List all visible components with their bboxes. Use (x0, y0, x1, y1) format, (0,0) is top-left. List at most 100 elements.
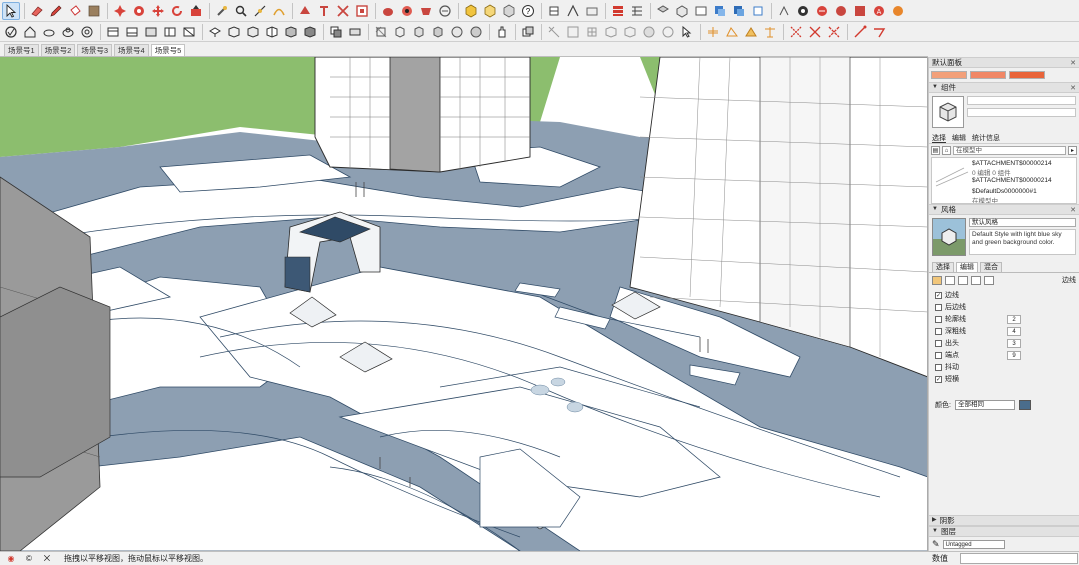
component-icon[interactable] (545, 2, 563, 20)
model-viewport[interactable] (0, 57, 928, 551)
style-description[interactable]: Default Style with light blue sky and gr… (969, 229, 1076, 255)
style-name-field[interactable]: 默认风格 (969, 218, 1076, 227)
pencil-icon[interactable]: ✎ (932, 539, 940, 550)
option-row[interactable]: 端点 9 (935, 349, 1073, 361)
select-circle-icon[interactable] (2, 23, 20, 41)
scene-tab[interactable]: 场景号2 (40, 44, 76, 56)
tool-a-icon[interactable] (775, 2, 793, 20)
credits-icon[interactable]: © (22, 554, 36, 564)
help-2-icon[interactable] (761, 23, 779, 41)
line-red-icon[interactable] (851, 23, 869, 41)
close-icon[interactable]: ✕ (1070, 205, 1076, 216)
curve-icon[interactable] (602, 23, 620, 41)
walk-icon[interactable] (654, 2, 672, 20)
entity-name-field[interactable] (967, 96, 1076, 105)
tags-panel-header[interactable]: ▼ 图层 (929, 526, 1079, 537)
flip-icon[interactable] (564, 2, 582, 20)
move-cross-icon[interactable] (704, 23, 722, 41)
extrude-red-icon[interactable] (851, 2, 869, 20)
x-red-3-icon[interactable] (825, 23, 843, 41)
axes-icon[interactable] (334, 2, 352, 20)
protractor-icon[interactable] (296, 2, 314, 20)
value-field[interactable]: 9 (1007, 350, 1021, 360)
checkbox[interactable] (935, 315, 942, 323)
tape-measure-icon[interactable] (213, 2, 231, 20)
view-left-icon[interactable] (161, 23, 179, 41)
option-row[interactable]: 出头 3 (935, 337, 1073, 349)
look-around-icon[interactable] (673, 2, 691, 20)
section-icon[interactable] (692, 2, 710, 20)
red-tool-2-icon[interactable] (130, 2, 148, 20)
heart-red-icon[interactable] (398, 2, 416, 20)
rotate-icon[interactable] (168, 2, 186, 20)
option-row[interactable]: 后边线 (935, 301, 1073, 313)
styles-panel-header[interactable]: ▼ 风格 ✕ (929, 204, 1079, 215)
list-item[interactable]: $ATTACHMENT$00000214 0 编辑 0 组件 (972, 160, 1052, 177)
tab-mix[interactable]: 混合 (980, 262, 1002, 272)
scene-tab[interactable]: 场景号1 (4, 44, 39, 56)
paint-bucket-icon[interactable] (66, 2, 84, 20)
tab-select[interactable]: 选择 (932, 262, 954, 272)
camera-icon[interactable] (628, 2, 646, 20)
scale-2-icon[interactable] (742, 23, 760, 41)
checkbox[interactable]: ✓ (935, 291, 942, 299)
component-search-input[interactable]: 在模型中 (953, 146, 1066, 155)
box-3d-3-icon[interactable] (429, 23, 447, 41)
background-settings-icon[interactable] (958, 275, 968, 285)
checkbox[interactable] (935, 363, 942, 371)
x-red-icon[interactable] (787, 23, 805, 41)
option-row[interactable]: ✓ 短横 (935, 373, 1073, 385)
sphere-icon[interactable] (448, 23, 466, 41)
orbit-icon[interactable] (78, 23, 96, 41)
option-row[interactable]: 抖动 (935, 361, 1073, 373)
help-icon[interactable]: ? (519, 2, 537, 20)
ruler-icon[interactable] (545, 23, 563, 41)
sphere-2-icon[interactable] (467, 23, 485, 41)
swatch[interactable] (970, 71, 1006, 79)
texture-icon[interactable] (85, 2, 103, 20)
wireframe-icon[interactable] (225, 23, 243, 41)
option-row[interactable]: ✓ 边线 (935, 289, 1073, 301)
scene-tab-active[interactable]: 场景号5 (150, 44, 186, 56)
xray-icon[interactable] (244, 23, 262, 41)
scene-tab[interactable]: 场景号3 (77, 44, 113, 56)
entity-desc-field[interactable] (967, 108, 1076, 117)
group-icon[interactable] (583, 2, 601, 20)
box-3d-icon[interactable] (391, 23, 409, 41)
move-icon[interactable] (149, 2, 167, 20)
plugin-red-icon[interactable]: A (870, 2, 888, 20)
sphere-red-icon[interactable] (379, 2, 397, 20)
dome-icon[interactable] (621, 23, 639, 41)
value-field[interactable]: 4 (1007, 326, 1021, 336)
swatch[interactable] (931, 71, 967, 79)
cloud-icon[interactable] (40, 23, 58, 41)
view-top-icon[interactable] (104, 23, 122, 41)
protractor-2-icon[interactable] (583, 23, 601, 41)
tab-statistics[interactable]: 统计信息 (972, 133, 1000, 143)
shadows-panel-header[interactable]: ▶ 阴影 (929, 515, 1079, 526)
checkbox[interactable] (935, 339, 942, 347)
snap-icon[interactable] (519, 23, 537, 41)
text-icon[interactable] (315, 2, 333, 20)
tab-edit[interactable]: 编辑 (952, 133, 966, 143)
swatch[interactable] (1009, 71, 1045, 79)
paint-red-icon[interactable] (353, 2, 371, 20)
face-settings-icon[interactable] (945, 275, 955, 285)
view-front-icon[interactable] (123, 23, 141, 41)
layer-blue-icon[interactable] (711, 2, 729, 20)
geo-location-icon[interactable]: ◉ (4, 554, 18, 564)
style-thumbnail[interactable] (932, 218, 966, 256)
option-row[interactable]: 深粗线 4 (935, 325, 1073, 337)
edge-settings-icon[interactable] (932, 275, 942, 285)
circle-tool-icon[interactable] (436, 2, 454, 20)
push-pull-icon[interactable] (187, 2, 205, 20)
measurements-input[interactable] (960, 553, 1078, 564)
fog-icon[interactable] (346, 23, 364, 41)
value-field[interactable]: 2 (1007, 314, 1021, 324)
textured-icon[interactable] (282, 23, 300, 41)
home-icon[interactable]: ⌂ (942, 146, 951, 155)
shaded-icon[interactable] (206, 23, 224, 41)
red-tool-icon[interactable] (111, 2, 129, 20)
edge-color-swatch[interactable] (1018, 400, 1031, 410)
monochrome-icon[interactable] (301, 23, 319, 41)
